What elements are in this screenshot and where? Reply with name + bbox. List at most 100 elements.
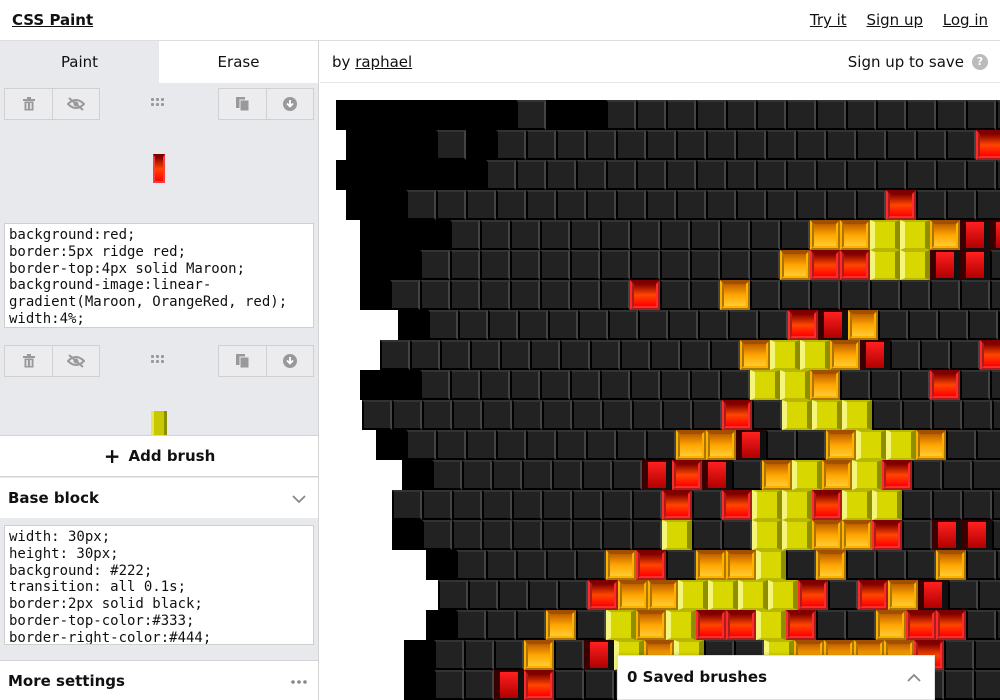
canvas-block[interactable] — [406, 130, 436, 160]
canvas-block[interactable] — [976, 190, 1000, 220]
canvas-block[interactable] — [752, 520, 782, 550]
canvas-block[interactable] — [466, 130, 496, 160]
canvas-block[interactable] — [822, 460, 852, 490]
canvas-block[interactable] — [932, 520, 962, 550]
canvas-block[interactable] — [630, 280, 660, 310]
canvas-block[interactable] — [762, 460, 792, 490]
canvas-block[interactable] — [726, 610, 756, 640]
download-brush-button[interactable] — [266, 346, 313, 376]
canvas-block[interactable] — [812, 400, 842, 430]
canvas-block[interactable] — [496, 130, 526, 160]
sign-up-to-save-button[interactable]: Sign up to save — [848, 53, 964, 71]
canvas-block[interactable] — [576, 160, 606, 190]
canvas-block[interactable] — [846, 550, 876, 580]
paint-canvas[interactable] — [320, 84, 1000, 700]
canvas-block[interactable] — [930, 370, 960, 400]
canvas-block[interactable] — [660, 370, 690, 400]
canvas-block[interactable] — [816, 160, 846, 190]
canvas-block[interactable] — [666, 610, 696, 640]
canvas-block[interactable] — [588, 580, 618, 610]
canvas-block[interactable] — [436, 190, 466, 220]
canvas-block[interactable] — [710, 340, 740, 370]
canvas-block[interactable] — [402, 460, 432, 490]
canvas-block[interactable] — [828, 580, 858, 610]
canvas-block[interactable] — [870, 370, 900, 400]
canvas-block[interactable] — [486, 160, 516, 190]
canvas-block[interactable] — [488, 310, 518, 340]
canvas-block[interactable] — [422, 520, 452, 550]
canvas-block[interactable] — [336, 160, 366, 190]
canvas-block[interactable] — [976, 430, 1000, 460]
canvas-block[interactable] — [720, 370, 750, 400]
canvas-block[interactable] — [524, 670, 554, 700]
canvas-block[interactable] — [980, 340, 1000, 370]
canvas-block[interactable] — [706, 130, 736, 160]
canvas-block[interactable] — [946, 430, 976, 460]
canvas-block[interactable] — [646, 430, 676, 460]
canvas-block[interactable] — [584, 670, 614, 700]
canvas-block[interactable] — [360, 280, 390, 310]
canvas-block[interactable] — [608, 310, 638, 340]
canvas-block[interactable] — [450, 220, 480, 250]
canvas-block[interactable] — [554, 640, 584, 670]
canvas-block[interactable] — [530, 340, 560, 370]
canvas-block[interactable] — [968, 310, 998, 340]
canvas-block[interactable] — [780, 220, 810, 250]
canvas-block[interactable] — [510, 280, 540, 310]
canvas-block[interactable] — [886, 130, 916, 160]
canvas-block[interactable] — [900, 370, 930, 400]
canvas-block[interactable] — [648, 580, 678, 610]
canvas-block[interactable] — [810, 250, 840, 280]
canvas-block[interactable] — [642, 460, 672, 490]
canvas-block[interactable] — [870, 250, 900, 280]
canvas-block[interactable] — [404, 670, 434, 700]
canvas-block[interactable] — [900, 220, 930, 250]
canvas-block[interactable] — [810, 370, 840, 400]
canvas-block[interactable] — [376, 430, 406, 460]
canvas-block[interactable] — [464, 640, 494, 670]
canvas-block[interactable] — [406, 430, 436, 460]
canvas-block[interactable] — [668, 310, 698, 340]
canvas-block[interactable] — [390, 250, 420, 280]
canvas-block[interactable] — [456, 100, 486, 130]
canvas-block[interactable] — [542, 490, 572, 520]
canvas-block[interactable] — [556, 190, 586, 220]
canvas-block[interactable] — [496, 430, 526, 460]
canvas-block[interactable] — [692, 490, 722, 520]
canvas-block[interactable] — [426, 550, 456, 580]
canvas-block[interactable] — [840, 280, 870, 310]
canvas-block[interactable] — [420, 370, 450, 400]
canvas-block[interactable] — [722, 520, 752, 550]
canvas-block[interactable] — [552, 460, 582, 490]
canvas-block[interactable] — [546, 610, 576, 640]
canvas-block[interactable] — [974, 640, 1000, 670]
canvas-block[interactable] — [950, 340, 980, 370]
canvas-block[interactable] — [812, 490, 842, 520]
canvas-block[interactable] — [702, 460, 732, 490]
canvas-block[interactable] — [860, 340, 890, 370]
canvas-block[interactable] — [570, 250, 600, 280]
canvas-block[interactable] — [432, 460, 462, 490]
canvas-block[interactable] — [662, 520, 692, 550]
brush-css-editor[interactable]: background:red; border:5px ridge red; bo… — [4, 223, 314, 328]
canvas-block[interactable] — [632, 490, 662, 520]
canvas-block[interactable] — [466, 190, 496, 220]
canvas-block[interactable] — [392, 520, 422, 550]
canvas-block[interactable] — [404, 640, 434, 670]
canvas-block[interactable] — [570, 220, 600, 250]
canvas-block[interactable] — [468, 580, 498, 610]
canvas-block[interactable] — [722, 490, 752, 520]
canvas-block[interactable] — [720, 280, 750, 310]
canvas-block[interactable] — [646, 130, 676, 160]
canvas-block[interactable] — [696, 160, 726, 190]
canvas-block[interactable] — [818, 310, 848, 340]
canvas-block[interactable] — [420, 280, 450, 310]
canvas-block[interactable] — [930, 280, 960, 310]
canvas-block[interactable] — [908, 310, 938, 340]
canvas-block[interactable] — [890, 340, 920, 370]
canvas-block[interactable] — [662, 400, 692, 430]
canvas-block[interactable] — [666, 160, 696, 190]
canvas-block[interactable] — [816, 550, 846, 580]
canvas-block[interactable] — [570, 370, 600, 400]
canvas-block[interactable] — [728, 310, 758, 340]
